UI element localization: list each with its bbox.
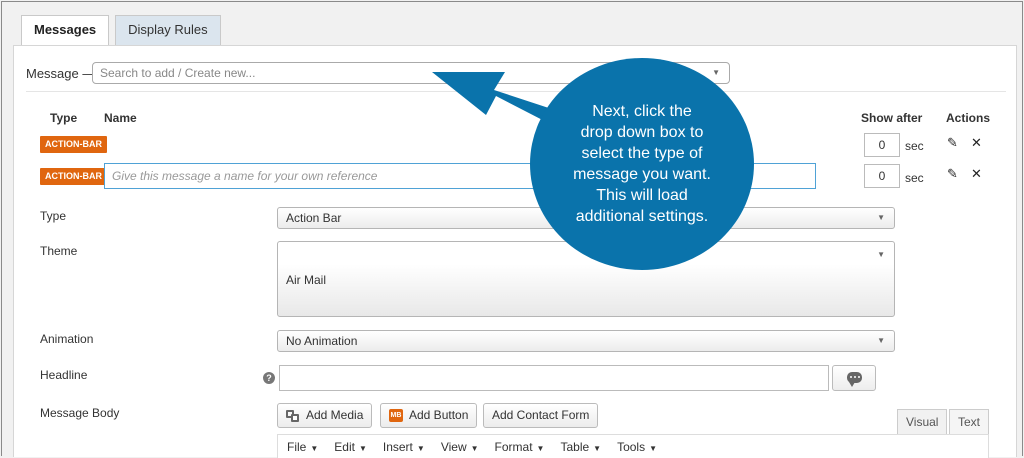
instruction-callout: Next, click the drop down box to select … (530, 58, 754, 270)
callout-text: Next, click the drop down box to select … (573, 103, 711, 225)
annotation-arrow (432, 72, 564, 128)
